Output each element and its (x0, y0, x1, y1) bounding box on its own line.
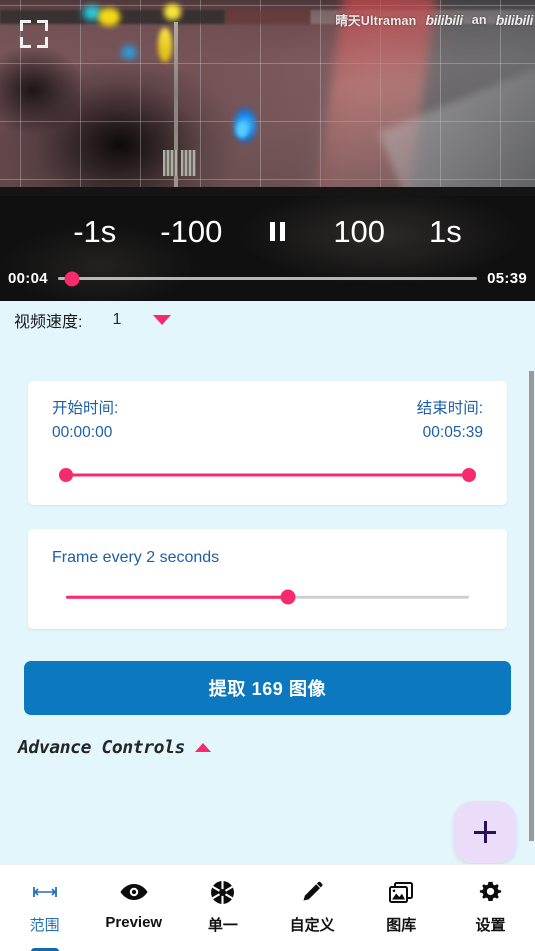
time-range-slider[interactable] (59, 467, 476, 483)
transport-controls: -1s -100 100 1s (0, 202, 535, 260)
nav-item-range[interactable]: 范围 (0, 879, 89, 951)
pause-icon-bar-left (270, 221, 276, 241)
video-light-yellow-3 (158, 28, 172, 62)
nav-label-gallery: 图库 (386, 917, 417, 934)
nav-label-custom: 自定义 (289, 917, 335, 934)
total-time-label: 05:39 (487, 270, 527, 287)
gear-icon (478, 879, 503, 905)
add-fab-button[interactable] (454, 801, 516, 863)
vertical-scrollbar[interactable] (529, 371, 534, 841)
video-speed-row: 视频速度: 1 (0, 301, 535, 339)
video-pole-box-right (181, 150, 196, 176)
video-preview[interactable]: 晴天Ultraman bilibili an bilibili (0, 0, 535, 196)
fullscreen-expand-icon[interactable] (20, 20, 48, 48)
end-time-block: 结束时间: 00:05:39 (417, 397, 483, 445)
time-range-slider-thumb-start[interactable] (59, 468, 73, 483)
chevron-up-icon[interactable] (195, 743, 211, 753)
nav-label-single: 单一 (207, 917, 238, 934)
pencil-icon (300, 879, 324, 905)
frame-interval-slider[interactable] (66, 589, 469, 605)
pause-icon-bar-right (280, 221, 286, 241)
nav-item-settings[interactable]: 设置 (446, 879, 535, 935)
video-pole-box-left (163, 150, 178, 176)
plus-icon-vertical (483, 821, 487, 843)
video-light-yellow-2 (164, 4, 181, 20)
frame-interval-slider-fill (66, 595, 288, 599)
extract-images-button[interactable]: 提取 169 图像 (24, 661, 511, 716)
video-speed-label: 视频速度: (14, 314, 83, 331)
chevron-down-icon[interactable] (153, 315, 172, 325)
seek-forward-100ms-button[interactable]: 100 (311, 212, 407, 251)
video-light-blue-3 (236, 122, 248, 138)
watermark-brand-2: bilibili (495, 11, 534, 28)
start-time-value[interactable]: 00:00:00 (52, 421, 118, 445)
watermark-channel-partial: an (471, 12, 487, 27)
eye-icon (119, 879, 149, 905)
pause-button[interactable] (244, 218, 311, 245)
video-light-blue-1 (122, 46, 136, 59)
end-time-label: 结束时间: (416, 400, 483, 417)
seek-slider[interactable] (57, 271, 478, 286)
nav-item-gallery[interactable]: 图库 (357, 879, 446, 935)
seek-back-100ms-button[interactable]: -100 (138, 212, 244, 251)
start-time-label: 开始时间: (52, 400, 119, 417)
watermark-brand: bilibili (425, 11, 464, 28)
nav-label-preview: Preview (105, 914, 163, 931)
advance-controls-label: Advance Controls (18, 737, 185, 759)
app-root: 晴天Ultraman bilibili an bilibili -1s -100… (0, 0, 535, 951)
settings-scroll-area[interactable]: 开始时间: 00:00:00 结束时间: 00:05:39 Frame ever… (0, 339, 535, 862)
aperture-icon (210, 879, 235, 905)
advance-controls-toggle[interactable]: Advance Controls (18, 737, 535, 758)
time-range-slider-track (66, 473, 469, 477)
nav-item-custom[interactable]: 自定义 (268, 879, 357, 935)
frame-interval-label: Frame every 2 seconds (52, 549, 220, 567)
video-speed-value[interactable]: 1 (112, 311, 121, 329)
nav-label-settings: 设置 (475, 917, 506, 934)
range-arrows-icon (32, 879, 58, 905)
seek-forward-1s-button[interactable]: 1s (407, 212, 484, 251)
video-light-yellow-1 (98, 8, 120, 26)
video-bottom-letterbox (0, 187, 535, 196)
seek-back-1s-button[interactable]: -1s (51, 212, 138, 251)
seek-bar-row: 00:04 05:39 (0, 270, 535, 287)
current-time-label: 00:04 (8, 270, 48, 287)
bottom-navigation: 范围 Preview 单一 自定义 图库 设置 (0, 864, 535, 951)
nav-item-single[interactable]: 单一 (178, 879, 267, 935)
time-range-headers: 开始时间: 00:00:00 结束时间: 00:05:39 (52, 397, 483, 445)
video-watermark: 晴天Ultraman bilibili an bilibili (335, 10, 533, 29)
frame-interval-card: Frame every 2 seconds (28, 529, 507, 630)
start-time-block: 开始时间: 00:00:00 (52, 397, 118, 445)
nav-label-range: 范围 (29, 917, 60, 934)
photo-stack-icon (388, 879, 414, 905)
time-range-card: 开始时间: 00:00:00 结束时间: 00:05:39 (28, 381, 507, 506)
time-range-slider-thumb-end[interactable] (462, 468, 476, 483)
end-time-value[interactable]: 00:05:39 (417, 421, 483, 445)
seek-slider-thumb[interactable] (64, 271, 80, 286)
nav-item-preview[interactable]: Preview (89, 879, 178, 931)
watermark-channel: 晴天Ultraman (335, 14, 417, 28)
player-control-bar: -1s -100 100 1s 00:04 05:39 (0, 196, 535, 301)
frame-interval-slider-thumb[interactable] (280, 589, 296, 605)
